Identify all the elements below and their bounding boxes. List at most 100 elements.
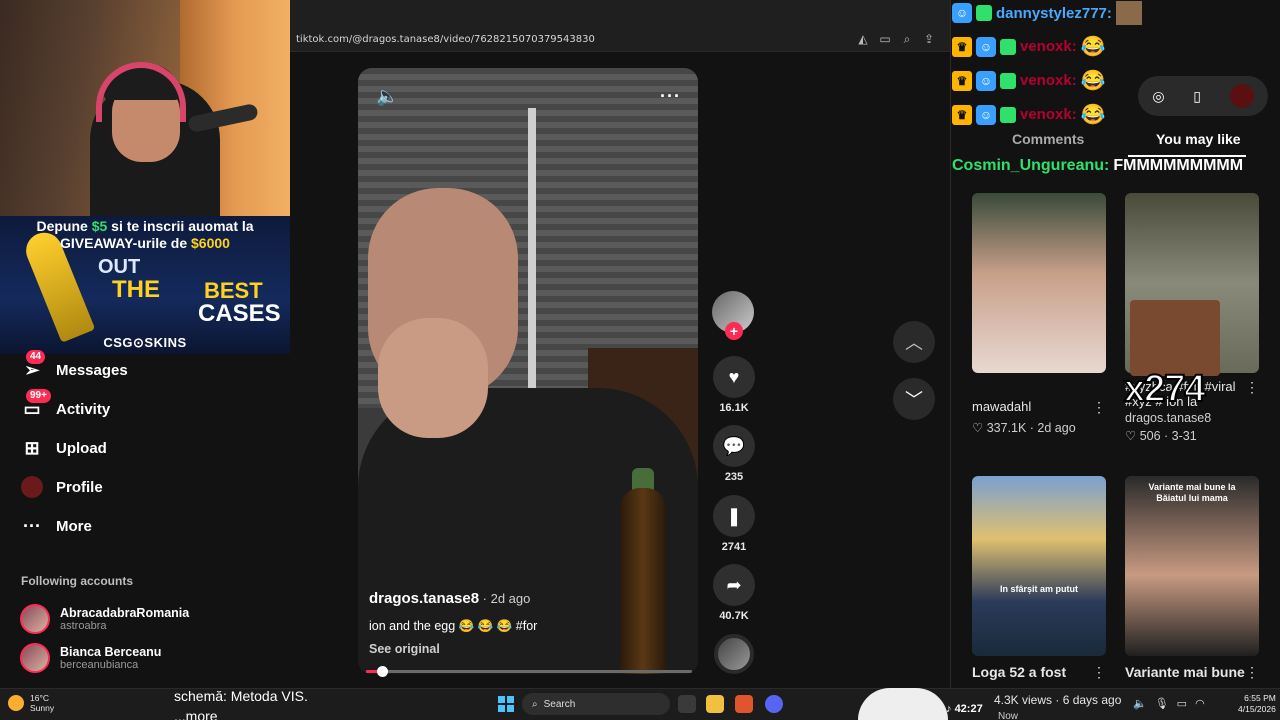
comment-count: 235 xyxy=(724,471,744,483)
avatar[interactable] xyxy=(1229,84,1254,108)
chat-username: Cosmin_Ungureanu: xyxy=(952,157,1110,174)
like-count: 16.1K xyxy=(719,402,749,414)
tab-you-may-like[interactable]: You may like xyxy=(1156,131,1241,147)
brave-browser-icon[interactable] xyxy=(735,695,753,713)
bot-badge-icon: ☺ xyxy=(976,104,996,125)
webcam-overlay xyxy=(0,0,290,216)
card-title: Loga 52 a fost xyxy=(972,664,1067,680)
save-button[interactable]: ❚ 2741 xyxy=(712,495,756,553)
laugh-emoji: 😂 xyxy=(1080,104,1106,126)
video-card[interactable]: In sfârșit am putut Loga 52 a fost ⋮ xyxy=(972,476,1106,681)
bot-badge-icon: ☺ xyxy=(976,36,996,57)
cast-icon[interactable]: ▭ xyxy=(878,32,892,46)
comment-button[interactable]: 💬 235 xyxy=(712,425,756,483)
video-date: · 2d ago xyxy=(479,591,531,606)
mic-icon[interactable]: 🎙 xyxy=(1155,697,1169,710)
speaker-icon[interactable]: 🔈 xyxy=(1133,697,1147,710)
reader-icon[interactable]: ◭ xyxy=(856,32,870,46)
following-title: Following accounts xyxy=(21,574,134,588)
previous-video-button[interactable]: ︿ xyxy=(893,321,935,363)
sub-badge-icon xyxy=(1000,72,1016,89)
avatar xyxy=(20,643,50,673)
ellipsis-icon: ··· xyxy=(23,515,41,536)
emote-image xyxy=(1130,300,1220,376)
sidebar-item-profile[interactable]: Profile xyxy=(20,473,103,501)
next-video-button[interactable]: ﹀ xyxy=(893,378,935,420)
stream-caption: schemă: Metoda VIS. ...more xyxy=(174,688,308,720)
card-title: Variante mai bune xyxy=(1125,664,1245,680)
sun-icon xyxy=(8,695,24,711)
share-arrow-icon: ➦ xyxy=(713,564,755,606)
video-caption: ion and the egg 😂 😂 😂 #for xyxy=(369,619,538,633)
video-thumbnail[interactable]: Variante mai bune la Băiatul lui mama xyxy=(1125,476,1259,656)
inbox-icon: ▭ 99+ xyxy=(20,389,51,421)
tab-comments[interactable]: Comments xyxy=(1012,131,1084,147)
progress-handle[interactable] xyxy=(377,666,389,677)
display-icon[interactable]: ▭ xyxy=(1177,697,1187,710)
compass-icon[interactable]: ◎ xyxy=(1152,88,1164,105)
chat-text: FMMMMMMMMM xyxy=(1113,157,1244,174)
weather-widget[interactable]: 16°C Sunny xyxy=(8,693,54,713)
chevron-down-icon: ﹀ xyxy=(905,390,923,410)
bookmark-icon: ❚ xyxy=(713,495,755,537)
comment-icon: 💬 xyxy=(713,425,755,467)
share-button[interactable]: ➦ 40.7K xyxy=(712,564,756,622)
following-account[interactable]: Bianca Berceanu berceanubianca xyxy=(20,643,161,673)
card-author: dragos.tanase8 xyxy=(1125,411,1212,425)
chat-username: venoxk: xyxy=(1020,106,1077,123)
url-text[interactable]: tiktok.com/@dragos.tanase8/video/7628215… xyxy=(296,34,595,45)
video-card[interactable]: mawadahl ⋮ ♡ 337.1K · 2d ago xyxy=(972,193,1106,435)
more-icon[interactable]: ⋮ xyxy=(1092,399,1106,416)
crown-icon: ♛ xyxy=(952,104,972,125)
file-explorer-icon[interactable] xyxy=(706,695,724,713)
more-options-icon[interactable]: ··· xyxy=(660,86,681,107)
sidebar-item-activity[interactable]: ▭ 99+ Activity xyxy=(20,389,110,423)
more-icon[interactable]: ⋮ xyxy=(1245,379,1259,409)
crown-icon: ♛ xyxy=(952,36,972,57)
card-meta: ♡ 506 · 3-31 xyxy=(1125,429,1197,443)
share-count: 40.7K xyxy=(719,610,749,622)
now-label: Now xyxy=(998,711,1019,720)
video-author[interactable]: dragos.tanase8 · 2d ago xyxy=(369,590,530,607)
windows-start-icon[interactable] xyxy=(498,696,514,712)
sidebar-item-upload[interactable]: ⊞ Upload xyxy=(20,434,106,462)
share-icon[interactable]: ⇪ xyxy=(922,32,936,46)
sidebar-item-messages[interactable]: ➢ 44 Messages xyxy=(20,350,128,384)
sub-badge-icon xyxy=(1000,38,1016,55)
like-button[interactable]: ♥ 16.1K xyxy=(712,356,756,414)
laugh-emoji: 😂 xyxy=(1080,36,1106,58)
more-icon[interactable]: ⋮ xyxy=(1092,664,1106,681)
chat-message: ♛ ☺ venoxk: 😂 xyxy=(952,68,1106,93)
volume-icon[interactable]: 🔈 xyxy=(376,86,398,107)
laugh-emoji: 😂 xyxy=(1080,70,1106,92)
device-switcher: ◎ ▯ xyxy=(1138,76,1268,116)
avatar xyxy=(20,604,50,634)
sidebar-item-more[interactable]: ··· More xyxy=(20,512,92,540)
chat-username: venoxk: xyxy=(1020,72,1077,89)
video-progress-bar[interactable] xyxy=(366,666,692,677)
bot-badge-icon: ☺ xyxy=(976,70,996,91)
promo-banner: Depune $5 si te inscrii auomat la GIVEAW… xyxy=(0,216,290,354)
follow-plus-icon[interactable]: + xyxy=(725,322,743,340)
music-disc-icon[interactable] xyxy=(714,634,754,674)
wifi-icon[interactable]: ◠ xyxy=(1195,697,1205,710)
heart-icon: ♥ xyxy=(713,356,755,398)
see-original-link[interactable]: See original xyxy=(369,642,440,656)
clock[interactable]: 6:55 PM 4/15/2026 xyxy=(1238,693,1276,715)
avatar xyxy=(20,475,44,499)
discord-icon[interactable] xyxy=(765,695,783,713)
video-thumbnail[interactable]: In sfârșit am putut xyxy=(972,476,1106,656)
task-view-icon[interactable] xyxy=(678,695,696,713)
video-thumbnail[interactable] xyxy=(972,193,1106,373)
chat-message: ☺ dannystylez777: xyxy=(952,1,1142,25)
taskbar-search[interactable]: ⌕ Search xyxy=(522,693,670,715)
save-count: 2741 xyxy=(721,541,747,553)
following-account[interactable]: AbracadabraRomania astroabra xyxy=(20,604,189,634)
card-title: mawadahl xyxy=(972,399,1032,414)
phone-icon[interactable]: ▯ xyxy=(1193,88,1201,105)
video-card[interactable]: Variante mai bune la Băiatul lui mama Va… xyxy=(1125,476,1259,681)
card-meta: ♡ 337.1K · 2d ago xyxy=(972,421,1076,435)
zoom-icon[interactable]: ⌕ xyxy=(900,32,914,46)
more-icon[interactable]: ⋮ xyxy=(1245,664,1259,681)
video-player[interactable] xyxy=(358,68,698,674)
